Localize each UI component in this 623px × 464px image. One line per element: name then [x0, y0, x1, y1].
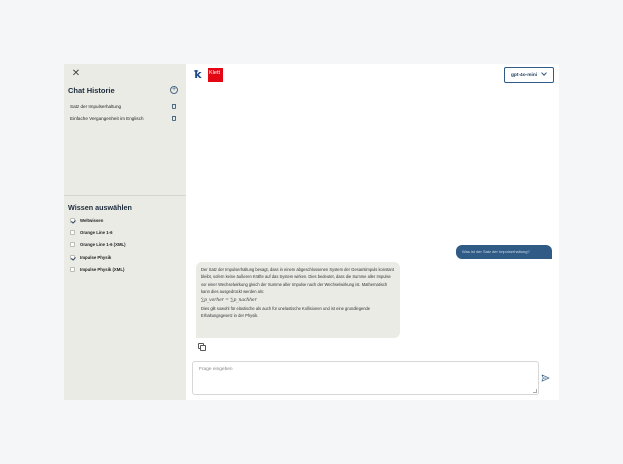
trash-icon[interactable]: [172, 116, 176, 121]
send-icon[interactable]: [541, 374, 550, 383]
divider: [64, 195, 186, 196]
knowledge-title: Wissen auswählen: [68, 203, 132, 212]
sidebar: ✕ Chat Historie + Satz der Impulserhaltu…: [64, 64, 186, 400]
knowledge-option[interactable]: Orange Line 1-6: [70, 229, 112, 235]
history-item[interactable]: Satz der Impulserhaltung: [70, 104, 121, 109]
copy-icon[interactable]: [198, 343, 206, 351]
chevron-down-icon: [541, 70, 547, 76]
checkbox[interactable]: [70, 229, 75, 235]
knowledge-label: Impulse Physik: [80, 254, 112, 260]
knowledge-label: Orange Line 1-6 (XML): [80, 241, 126, 247]
knowledge-label: Weltwissen: [80, 217, 104, 223]
checkbox[interactable]: [70, 266, 75, 272]
knowledge-option[interactable]: Impulse Physik (XML): [70, 266, 124, 272]
model-select-value: gpt-4o-mini: [511, 72, 538, 78]
assistant-message: Der Satz der Impulserhaltung besagt, das…: [196, 262, 400, 338]
app-window: ✕ Chat Historie + Satz der Impulserhaltu…: [64, 64, 559, 400]
user-message: Was ist der Satz der Impulserhaltung?: [456, 245, 552, 259]
klett-logo: ꝁ Klett: [194, 68, 223, 82]
logo-text: Klett: [208, 68, 223, 82]
trash-icon[interactable]: [172, 104, 176, 109]
knowledge-label: Impulse Physik (XML): [80, 266, 125, 272]
klett-mark-icon: ꝁ: [194, 69, 202, 81]
chat-history-title: Chat Historie: [68, 86, 115, 95]
assistant-paragraph: Dies gilt sowohl für elastische als auch…: [201, 306, 371, 319]
assistant-paragraph: Der Satz der Impulserhaltung besagt, das…: [201, 267, 394, 295]
formula: ∑p_vorher = ∑p_nachher: [201, 297, 257, 303]
history-item[interactable]: Einfache Vergangenheit im Englisch: [70, 116, 144, 121]
resize-handle[interactable]: [533, 389, 537, 393]
new-chat-icon[interactable]: +: [170, 86, 178, 94]
question-input[interactable]: [193, 362, 538, 394]
checkbox-checked[interactable]: [70, 217, 75, 223]
checkbox[interactable]: [70, 241, 75, 247]
knowledge-option[interactable]: Impulse Physik: [70, 254, 111, 260]
checkbox-checked[interactable]: [70, 254, 75, 260]
question-input-box[interactable]: [192, 361, 539, 395]
model-select[interactable]: gpt-4o-mini: [504, 67, 554, 83]
knowledge-option[interactable]: Orange Line 1-6 (XML): [70, 241, 126, 247]
knowledge-option[interactable]: Weltwissen: [70, 217, 103, 223]
close-icon[interactable]: ✕: [71, 69, 81, 79]
knowledge-label: Orange Line 1-6: [80, 229, 113, 235]
